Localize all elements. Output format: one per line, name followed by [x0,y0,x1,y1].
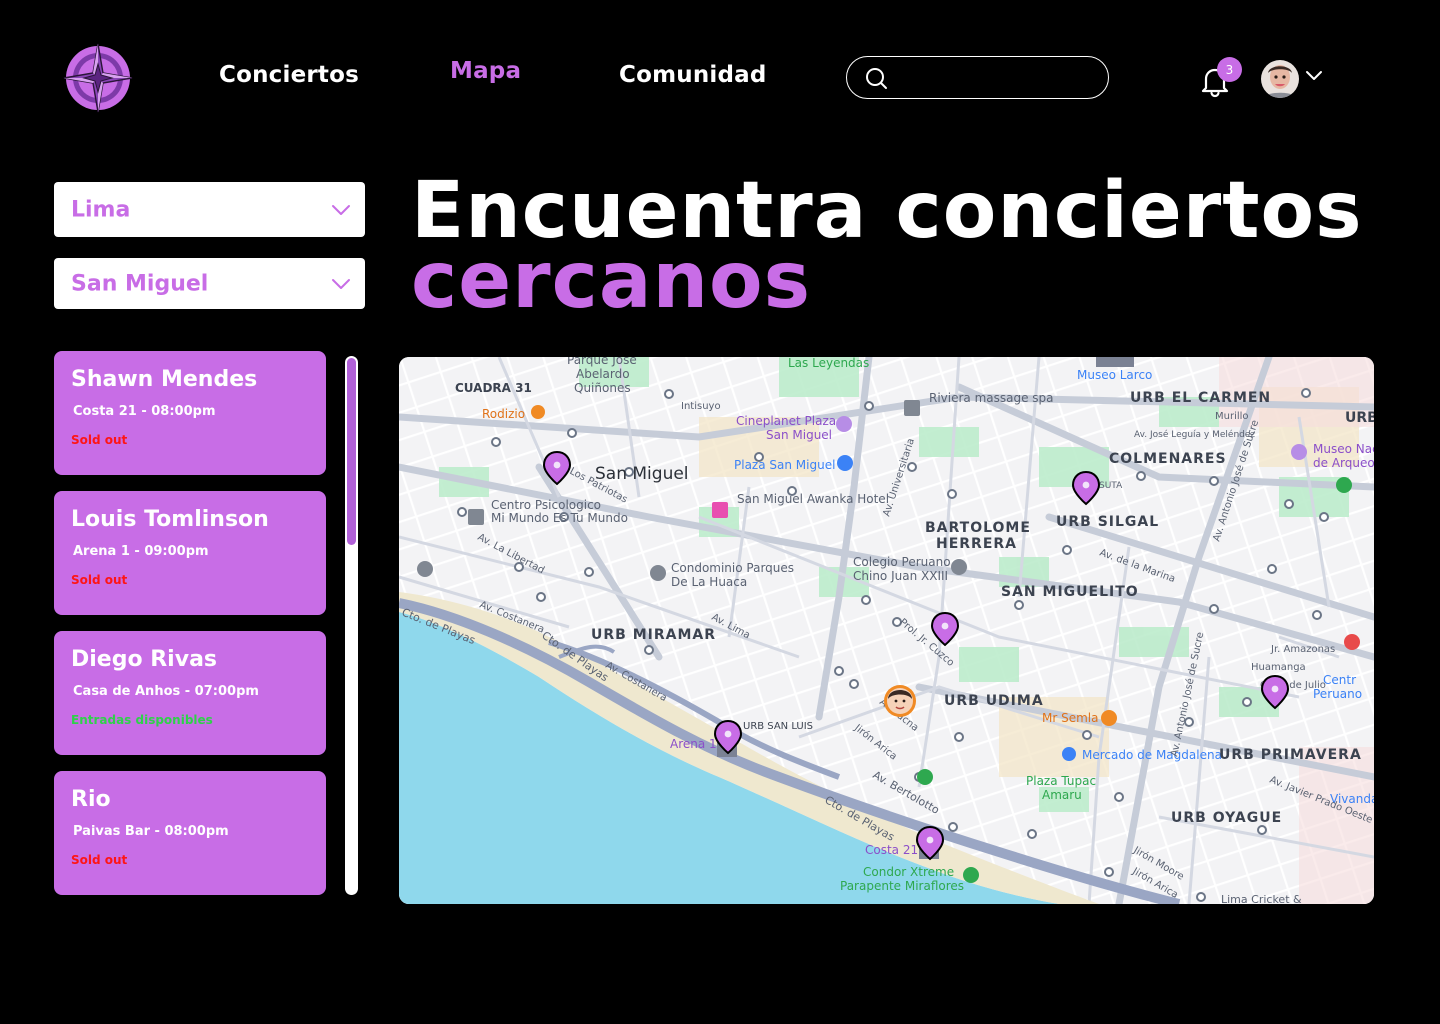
map-label: URB SAN LUIS [743,721,813,732]
concert-venue-time: Costa 21 - 08:00pm [73,404,216,419]
map-label: COLMENARES [1109,451,1227,467]
map-label: BARTOLOME [925,520,1031,536]
scrollbar-thumb[interactable] [347,358,356,545]
map-label: Intisuyo [681,401,721,412]
map-label: URB SILGAL [1056,514,1159,530]
search-icon [866,68,887,89]
search-input[interactable] [899,63,1094,92]
map-label: Cineplanet Plaza [736,414,836,428]
concert-card[interactable]: Diego Rivas Casa de Anhos - 07:00pm Entr… [54,631,326,755]
search-box[interactable] [846,56,1109,99]
map-label: Amaru [1042,788,1082,802]
map-label: URB UDIMA [944,693,1044,709]
concert-artist: Shawn Mendes [71,367,258,392]
map-label: URB PRIMAVERA [1219,747,1362,763]
concert-status: Sold out [71,573,128,587]
concert-map[interactable]: Parque José Abelardo Quiñones Las Leyend… [399,357,1374,904]
logo-compass-icon[interactable] [62,42,134,114]
map-label: Av. José Leguía y Meléndez [1134,429,1255,440]
map-label: San Miguel [766,428,832,442]
city-select[interactable]: Lima [54,182,365,237]
map-label: Murillo [1215,411,1249,422]
map-label: Arena 1 [670,737,717,751]
map-label: De La Huaca [671,575,747,589]
map-label: HERRERA [936,536,1017,552]
map-label: Condor Xtreme [863,865,954,879]
map-label: Costa 21 [865,843,918,857]
map-label: SUTA [1099,481,1123,491]
map-label: URB [1345,410,1374,426]
map-label: San Miguel Awanka Hotel [737,492,889,506]
map-label: SAN MIGUELITO [1001,584,1139,600]
concert-list-scrollbar[interactable] [345,356,358,895]
district-select-value: San Miguel [71,271,209,296]
map-label: URB OYAGUE [1171,810,1282,826]
map-label: Chino Juan XXIII [853,569,948,583]
user-avatar[interactable] [1261,60,1299,98]
map-label: Museo Larco [1077,368,1152,382]
page-title-line-2: cercanos [411,236,812,326]
map-label: San Miguel [595,464,689,484]
concert-venue-time: Paivas Bar - 08:00pm [73,824,229,839]
concert-card[interactable]: Shawn Mendes Costa 21 - 08:00pm Sold out [54,351,326,475]
notification-count-badge: 3 [1217,57,1242,82]
map-label: Las Leyendas [788,357,869,370]
map-label: Condominio Parques [671,561,794,575]
map-label: Centro Psicologico [491,498,601,512]
map-label: Plaza San Miguel [734,458,835,472]
concert-artist: Diego Rivas [71,647,218,672]
map-label: URB EL CARMEN [1130,390,1271,406]
map-label: Mr Semla [1042,711,1098,725]
nav-mapa[interactable]: Mapa [450,58,521,84]
concert-status: Sold out [71,433,128,447]
map-label: Rodizio [482,407,525,421]
map-label: Mi Mundo Es Tu Mundo [491,511,628,525]
map-label: Abelardo [576,367,630,381]
map-label: Plaza Tupac [1026,774,1096,788]
map-label: Mercado de Magdalena [1082,748,1222,762]
map-label: Colegio Peruano [853,555,951,569]
map-label: Quiñones [574,381,631,395]
map-label: Museo Nac [1313,442,1374,456]
concert-status: Entradas disponibles [71,713,213,727]
map-label: Jr. Amazonas [1270,644,1335,655]
map-label: Lima Cricket & [1221,893,1302,904]
concert-venue-time: Arena 1 - 09:00pm [73,544,209,559]
map-label: URB MIRAMAR [591,627,716,643]
nav-conciertos[interactable]: Conciertos [219,62,359,88]
map-label: de Arqueo [1313,456,1374,470]
nav-comunidad[interactable]: Comunidad [619,62,767,88]
concert-card[interactable]: Louis Tomlinson Arena 1 - 09:00pm Sold o… [54,491,326,615]
map-label: Riviera massage spa [929,391,1054,405]
map-user-location-avatar[interactable] [884,685,916,717]
concert-card[interactable]: Rio Paivas Bar - 08:00pm Sold out [54,771,326,895]
map-label: Parapente Miraflores [840,879,964,893]
map-label: Parque José [567,357,637,367]
concert-status: Sold out [71,853,128,867]
chevron-down-icon[interactable] [1305,70,1323,82]
concert-venue-time: Casa de Anhos - 07:00pm [73,684,259,699]
map-label: Huamanga [1251,662,1306,673]
city-select-value: Lima [71,197,131,222]
chevron-down-icon [332,204,350,215]
concert-artist: Rio [71,787,111,812]
concert-artist: Louis Tomlinson [71,507,269,532]
district-select[interactable]: San Miguel [54,258,365,309]
map-label: CUADRA 31 [455,381,532,395]
map-label: Centr [1323,673,1356,687]
chevron-down-icon [332,278,350,289]
